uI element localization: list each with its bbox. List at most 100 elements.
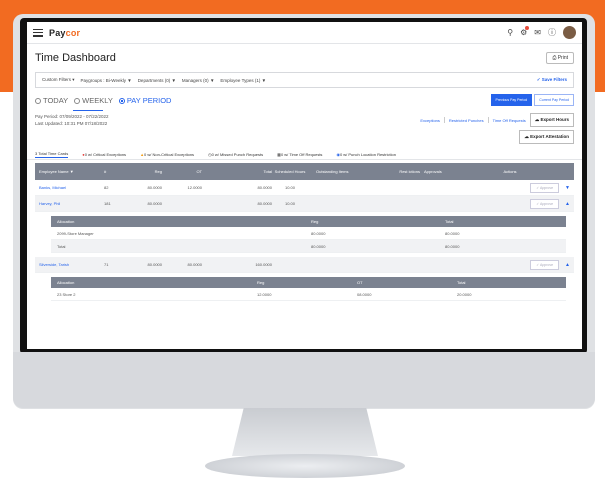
monitor-mockup: Paycor ⚲ ⚙ ✉ ⓘ Time Dashboard ⎙ Print Cu… (0, 0, 605, 488)
last-updated: Last Updated: 10:31 PM 07/18/2022 (35, 121, 108, 126)
header-total: Total (263, 169, 272, 174)
header-approvals: Approvals (424, 169, 442, 174)
header-employee-name[interactable]: Employee Name ▼ (39, 169, 104, 174)
print-button[interactable]: ⎙ Print (546, 52, 574, 64)
managers-filter[interactable]: Managers (0) ▼ (182, 78, 214, 83)
alloc-header-allocation: Allocation (57, 280, 75, 285)
monitor-stand-neck (232, 408, 378, 456)
tab-pay-period[interactable]: PAY PERIOD (118, 96, 171, 105)
avatar[interactable] (563, 26, 576, 39)
alloc-header-total: Total (457, 280, 466, 285)
summary-bar: 3 Total Time Cards ●0 w/ Critical Except… (27, 150, 582, 160)
filter-bar: Custom Filters ▾ Paygroups : Bi-Weekly ▼… (35, 72, 574, 88)
ot-hours: 12.0000 (187, 185, 202, 190)
restricted-punches-link[interactable]: Restricted Punches (449, 118, 484, 123)
alloc-header-allocation: Allocation (57, 219, 75, 224)
scheduled-hours: 10.00 (284, 185, 295, 190)
alloc-header-reg: Reg (257, 280, 265, 285)
notification-icon[interactable]: ⚙ (520, 26, 530, 37)
pay-period-range: Pay Period: 07/09/2022 - 07/22/2022 (35, 114, 109, 119)
allocation-reg: 12.0000 (257, 291, 272, 297)
missed-punch-summary[interactable]: ◷0 w/ Missed Punch Requests (208, 152, 263, 157)
allocation-name: 23 Store 2 (57, 291, 76, 297)
employee-number: 181 (104, 201, 111, 206)
employee-name-link[interactable]: Silverside, Tarish (39, 262, 104, 267)
export-attestation-button[interactable]: ☁ Export Attestation (519, 130, 574, 144)
allocation-table: Allocation Reg OT Total 23 Store 2 12.00… (51, 277, 566, 301)
employee-name-link[interactable]: Harvey, Phil (39, 201, 104, 206)
previous-pay-period-button[interactable]: Previous Pay Period (490, 94, 533, 106)
exceptions-link[interactable]: Exceptions (420, 118, 440, 123)
custom-filters-dropdown[interactable]: Custom Filters ▾ (42, 77, 75, 83)
allocation-name: Total (57, 243, 66, 249)
monitor-stand-foot (205, 454, 405, 478)
table-row: Banks, Michael 82 80.0000 12.0000 80.000… (35, 180, 574, 196)
approve-button[interactable]: ✓ Approve (530, 259, 560, 270)
export-hours-button[interactable]: ☁ Export Hours (529, 113, 574, 127)
tab-weekly[interactable]: WEEKLY (74, 96, 113, 105)
non-critical-exceptions-summary[interactable]: ▲0 w/ Non-Critical Exceptions (140, 152, 194, 157)
header-reg: Reg (154, 169, 162, 174)
table-row: Silverside, Tarish 71 80.0000 80.0000 16… (35, 257, 574, 273)
approve-button[interactable]: ✓ Approve (530, 182, 560, 193)
ot-hours: 80.0000 (187, 262, 202, 267)
total-hours: 80.0000 (257, 201, 272, 206)
current-pay-period-button[interactable]: Current Pay Period (534, 94, 574, 106)
allocation-reg: 80.0000 (311, 230, 326, 236)
header-scheduled: Scheduled Hours (274, 169, 306, 174)
allocation-reg: 80.0000 (311, 243, 326, 249)
chevron-up-icon[interactable]: ▲ (565, 262, 570, 268)
monitor-chin (13, 352, 595, 408)
header-number: # (104, 169, 107, 174)
header-outstanding: Outstanding Items (316, 169, 349, 174)
total-hours: 80.0000 (257, 185, 272, 190)
reg-hours: 80.0000 (147, 262, 162, 267)
alloc-header-reg: Reg (311, 219, 319, 224)
alloc-header-total: Total (445, 219, 454, 224)
time-off-requests-link[interactable]: Time Off Requests (493, 118, 526, 123)
employee-types-filter[interactable]: Employee Types (1) ▼ (220, 78, 266, 83)
chat-icon[interactable]: ✉ (534, 28, 541, 37)
chevron-down-icon[interactable]: ▼ (565, 185, 570, 191)
critical-exceptions-summary[interactable]: ●0 w/ Critical Exceptions (82, 152, 126, 157)
approve-button[interactable]: ✓ Approve (530, 198, 560, 209)
punch-location-summary[interactable]: ◉0 w/ Punch Location Restriction (336, 152, 396, 157)
chevron-up-icon[interactable]: ▲ (565, 201, 570, 207)
hamburger-menu-icon[interactable] (33, 28, 43, 37)
page-title: Time Dashboard (35, 52, 116, 64)
total-time-cards[interactable]: 3 Total Time Cards (35, 151, 69, 158)
app-screen: Paycor ⚲ ⚙ ✉ ⓘ Time Dashboard ⎙ Print Cu… (27, 22, 582, 349)
allocation-total: 20.0000 (457, 291, 472, 297)
search-icon[interactable]: ⚲ (507, 28, 513, 37)
allocation-row: Total 80.0000 80.0000 (51, 240, 566, 253)
allocation-table: Allocation Reg Total 2099-Store Manager … (51, 216, 566, 253)
header-actions: Actions (503, 169, 517, 174)
allocation-ot: 08.0000 (357, 291, 372, 297)
table-row: Harvey, Phil 181 80.0000 80.0000 10.00 ✓… (35, 196, 574, 212)
employee-name-link[interactable]: Banks, Michael (39, 185, 104, 190)
allocation-name: 2099-Store Manager (57, 230, 94, 236)
allocation-row: 2099-Store Manager 80.0000 80.0000 (51, 227, 566, 240)
scheduled-hours: 10.00 (284, 201, 295, 206)
total-hours: 160.0000 (255, 262, 272, 267)
grid-header: Employee Name ▼ # Reg OT Total Scheduled… (35, 163, 574, 180)
allocation-total: 80.0000 (445, 243, 460, 249)
tab-today[interactable]: TODAY (35, 96, 68, 105)
reg-hours: 80.0000 (147, 185, 162, 190)
time-off-summary[interactable]: ▦0 w/ Time Off Requests (277, 152, 322, 157)
paycor-logo: Paycor (49, 27, 81, 38)
employee-number: 82 (104, 185, 109, 190)
save-filters-button[interactable]: ✓ Save Filters (537, 77, 567, 83)
time-cards-grid: Employee Name ▼ # Reg OT Total Scheduled… (35, 163, 574, 301)
reg-hours: 80.0000 (147, 201, 162, 206)
help-icon[interactable]: ⓘ (548, 27, 556, 38)
top-bar: Paycor ⚲ ⚙ ✉ ⓘ (27, 22, 582, 44)
header-ot: OT (196, 169, 202, 174)
header-restrictions: Rest ictions (399, 169, 420, 174)
alloc-header-ot: OT (357, 280, 363, 285)
employee-number: 71 (104, 262, 109, 267)
allocation-row: 23 Store 2 12.0000 08.0000 20.0000 (51, 288, 566, 301)
paygroups-filter[interactable]: Paygroups : Bi-Weekly ▼ (81, 78, 132, 83)
allocation-total: 80.0000 (445, 230, 460, 236)
departments-filter[interactable]: Departments (0) ▼ (138, 78, 176, 83)
